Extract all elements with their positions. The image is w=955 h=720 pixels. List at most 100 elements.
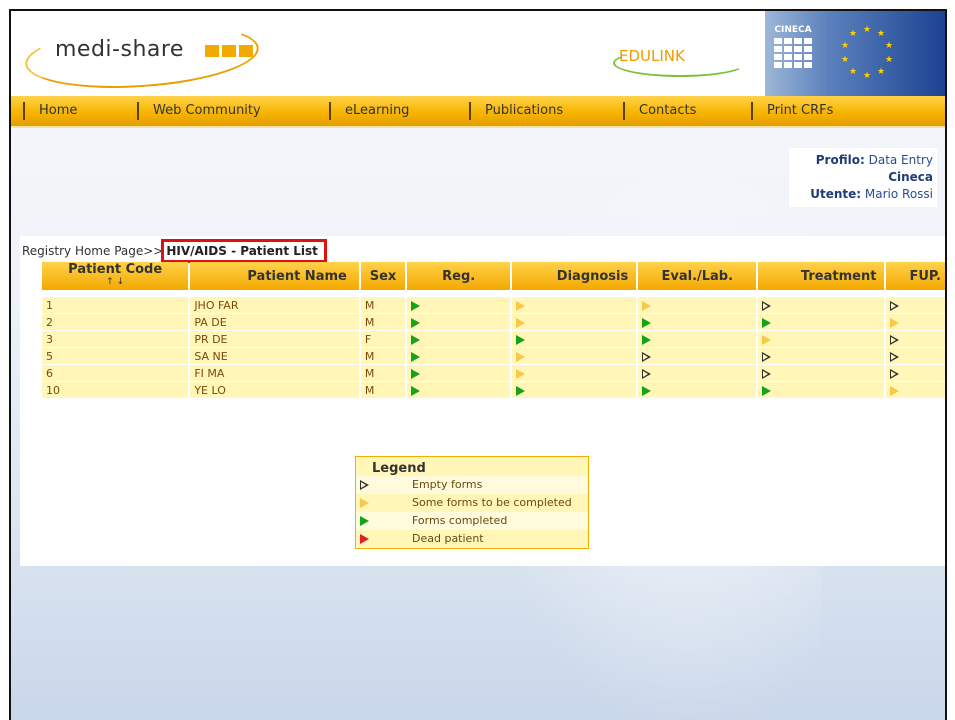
status-cell-diagnosis[interactable] [512,365,637,382]
status-cell-treatment[interactable] [758,382,885,399]
status-cell-treatment[interactable] [758,348,885,365]
status-cell-eval-lab[interactable] [638,348,757,365]
patient-code-cell[interactable]: 3 [42,331,189,348]
status-cell-fup[interactable] [886,365,945,382]
status-cell-eval-lab[interactable] [638,314,757,331]
status-yellow-icon[interactable] [516,317,526,328]
status-empty-icon[interactable] [890,300,900,311]
status-empty-icon[interactable] [762,351,772,362]
status-green-icon[interactable] [411,368,421,379]
legend-green-icon [360,516,369,526]
status-cell-treatment[interactable] [758,314,885,331]
nav-publications[interactable]: Publications [469,102,563,120]
patient-code-cell[interactable]: 6 [42,365,189,382]
status-cell-reg[interactable] [407,382,511,399]
status-empty-icon[interactable] [890,368,900,379]
status-green-icon[interactable] [411,334,421,345]
status-cell-treatment[interactable] [758,297,885,314]
status-cell-diagnosis[interactable] [512,382,637,399]
status-yellow-icon[interactable] [890,317,900,328]
patient-sex-cell[interactable]: M [360,365,406,382]
patient-sex-cell[interactable]: M [360,314,406,331]
status-yellow-icon[interactable] [516,351,526,362]
table-row[interactable]: 2 PA DE M [42,314,945,331]
status-green-icon[interactable] [642,385,652,396]
status-cell-fup[interactable] [886,382,945,399]
status-green-icon[interactable] [411,300,421,311]
status-cell-reg[interactable] [407,348,511,365]
status-empty-icon[interactable] [642,351,652,362]
status-green-icon[interactable] [642,317,652,328]
status-green-icon[interactable] [762,317,772,328]
status-green-icon[interactable] [411,351,421,362]
medi-share-logo[interactable]: medi-share [23,16,265,96]
status-green-icon[interactable] [411,317,421,328]
table-row[interactable]: 1 JHO FAR M [42,297,945,314]
patient-sex-cell[interactable]: M [360,297,406,314]
status-cell-fup[interactable] [886,297,945,314]
status-cell-eval-lab[interactable] [638,297,757,314]
breadcrumb-home-link[interactable]: Registry Home Page>> [22,244,163,258]
status-empty-icon[interactable] [642,368,652,379]
status-cell-fup[interactable] [886,348,945,365]
status-cell-eval-lab[interactable] [638,331,757,348]
patient-name-cell[interactable]: JHO FAR [190,297,359,314]
patient-name-cell[interactable]: SA NE [190,348,359,365]
eu-flag-icon: ★ ★ ★ ★ ★ ★ ★ ★ ★ ★ [841,25,894,81]
status-yellow-icon[interactable] [516,300,526,311]
status-cell-reg[interactable] [407,331,511,348]
table-row[interactable]: 3 PR DE F [42,331,945,348]
status-cell-reg[interactable] [407,314,511,331]
status-empty-icon[interactable] [762,300,772,311]
patient-sex-cell[interactable]: M [360,382,406,399]
col-header-label: Patient Code [68,262,163,277]
patient-name-cell[interactable]: PR DE [190,331,359,348]
status-cell-eval-lab[interactable] [638,365,757,382]
status-cell-diagnosis[interactable] [512,314,637,331]
patient-code-cell[interactable]: 10 [42,382,189,399]
status-green-icon[interactable] [642,334,652,345]
status-cell-fup[interactable] [886,331,945,348]
status-yellow-icon[interactable] [890,385,900,396]
status-cell-diagnosis[interactable] [512,297,637,314]
col-patient-code[interactable]: Patient Code ↑ ↓ [42,262,189,290]
patient-sex-cell[interactable]: F [360,331,406,348]
status-cell-reg[interactable] [407,365,511,382]
status-cell-treatment[interactable] [758,365,885,382]
status-empty-icon[interactable] [890,334,900,345]
patient-code-cell[interactable]: 2 [42,314,189,331]
status-cell-treatment[interactable] [758,331,885,348]
nav-print-crfs[interactable]: Print CRFs [751,102,833,120]
status-cell-reg[interactable] [407,297,511,314]
edulink-logo[interactable]: EDULINK [613,47,759,77]
status-yellow-icon[interactable] [642,300,652,311]
nav-elearning[interactable]: eLearning [329,102,409,120]
status-green-icon[interactable] [762,385,772,396]
patient-name-cell[interactable]: FI MA [190,365,359,382]
status-cell-fup[interactable] [886,314,945,331]
status-cell-diagnosis[interactable] [512,348,637,365]
patient-sex-cell[interactable]: M [360,348,406,365]
status-empty-icon[interactable] [762,368,772,379]
status-empty-icon[interactable] [890,351,900,362]
status-cell-diagnosis[interactable] [512,331,637,348]
sort-arrows-icon[interactable]: ↑ ↓ [42,276,188,289]
nav-home[interactable]: Home [23,102,77,120]
table-row[interactable]: 10 YE LO M [42,382,945,399]
status-green-icon[interactable] [411,385,421,396]
nav-contacts[interactable]: Contacts [623,102,696,120]
status-yellow-icon[interactable] [516,368,526,379]
patient-code-cell[interactable]: 1 [42,297,189,314]
table-row[interactable]: 6 FI MA M [42,365,945,382]
status-green-icon[interactable] [516,385,526,396]
status-green-icon[interactable] [516,334,526,345]
breadcrumb-current: HIV/AIDS - Patient List [161,239,327,263]
patient-name-cell[interactable]: YE LO [190,382,359,399]
table-row[interactable]: 5 SA NE M [42,348,945,365]
patient-code-cell[interactable]: 5 [42,348,189,365]
patient-name-cell[interactable]: PA DE [190,314,359,331]
nav-web-community[interactable]: Web Community [137,102,261,120]
status-cell-eval-lab[interactable] [638,382,757,399]
cineca-logo[interactable]: CINECA [771,25,815,83]
status-yellow-icon[interactable] [762,334,772,345]
